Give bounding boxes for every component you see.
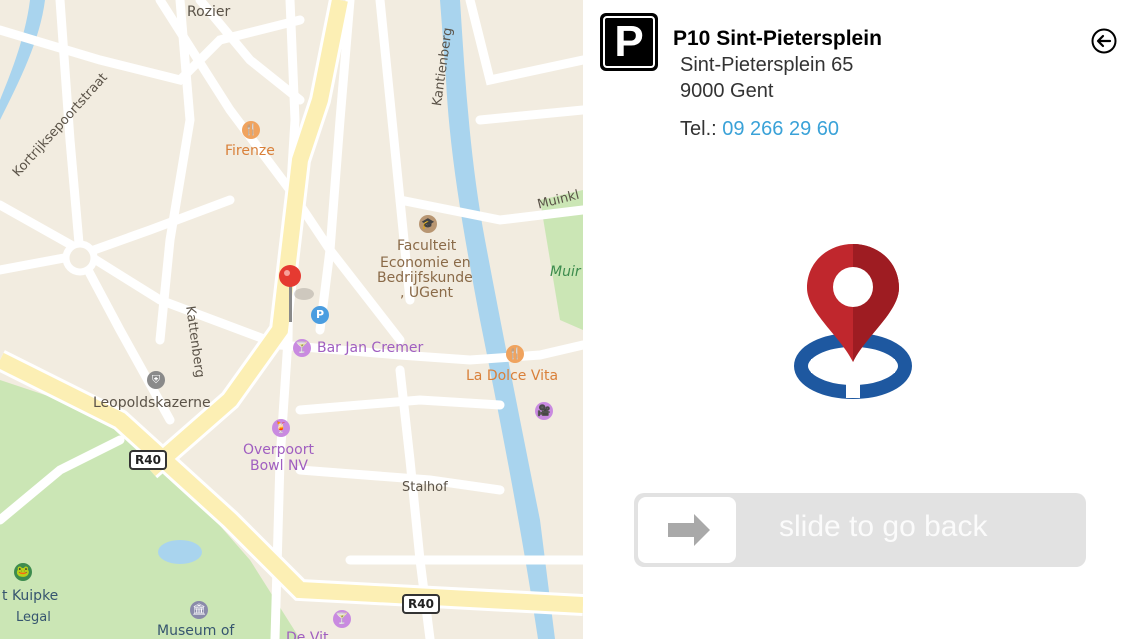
slider-label: slide to go back <box>779 510 988 543</box>
map-pin-icon[interactable] <box>278 264 318 326</box>
bar-icon[interactable]: 🍹 <box>272 419 290 437</box>
map-view[interactable]: Rozier Kortrijksepoortstraat Kantienberg… <box>0 0 583 639</box>
parking-title: P10 Sint-Pietersplein <box>673 27 882 50</box>
street-label-stalhof: Stalhof <box>402 480 448 495</box>
parking-logo: P <box>600 13 658 71</box>
place-label-bar-jan-cremer[interactable]: Bar Jan Cremer <box>317 340 423 356</box>
place-label-firenze[interactable]: Firenze <box>225 143 275 159</box>
place-label-faculteit-1[interactable]: Faculteit <box>397 238 456 254</box>
university-icon[interactable]: 🎓 <box>419 215 437 233</box>
road-shield-r40: R40 <box>402 594 440 614</box>
telephone-label: Tel.: <box>680 118 717 140</box>
bar-icon[interactable]: 🍸 <box>293 339 311 357</box>
bar-icon[interactable]: 🍸 <box>333 610 351 628</box>
arrow-left-circle-icon[interactable] <box>1091 28 1117 54</box>
slider-knob[interactable] <box>638 497 736 563</box>
place-label-overpoort-1[interactable]: Overpoort <box>243 442 314 458</box>
place-label-museum[interactable]: Museum of <box>157 623 234 639</box>
slide-to-go-back-slider[interactable]: slide to go back <box>634 493 1086 567</box>
cinema-icon[interactable]: 🎥 <box>535 402 553 420</box>
place-label-muir[interactable]: Muir <box>550 264 581 280</box>
parking-info-panel: P P10 Sint-Pietersplein Sint-Pietersplei… <box>583 0 1136 639</box>
place-label-faculteit-2[interactable]: Economie en <box>380 255 471 271</box>
place-label-leopoldskazerne[interactable]: Leopoldskazerne <box>93 395 211 411</box>
place-label-faculteit-4[interactable]: , UGent <box>400 285 453 301</box>
shield-poi-icon[interactable]: ⛨ <box>147 371 165 389</box>
location-target-icon[interactable] <box>793 242 913 402</box>
telephone-row: Tel.: 09 266 29 60 <box>680 118 839 141</box>
place-label-overpoort-2[interactable]: Bowl NV <box>250 458 308 474</box>
parking-logo-letter: P <box>603 16 655 68</box>
road-shield-r40: R40 <box>129 450 167 470</box>
restaurant-icon[interactable]: 🍴 <box>506 345 524 363</box>
place-label-kuipke[interactable]: t Kuipke <box>2 588 58 604</box>
telephone-link[interactable]: 09 266 29 60 <box>722 118 839 140</box>
museum-icon[interactable]: 🏛 <box>190 601 208 619</box>
address-line-2: 9000 Gent <box>680 80 774 102</box>
legal-link[interactable]: Legal <box>16 610 51 625</box>
restaurant-icon[interactable]: 🍴 <box>242 121 260 139</box>
arrow-right-icon <box>668 514 710 546</box>
street-label-rozier: Rozier <box>187 4 231 20</box>
place-label-de-vitrine[interactable]: De Vit <box>286 630 329 639</box>
place-label-faculteit-3[interactable]: Bedrijfskunde <box>377 270 473 286</box>
address-line-1: Sint-Pietersplein 65 <box>680 54 854 76</box>
place-label-la-dolce-vita[interactable]: La Dolce Vita <box>466 368 558 384</box>
zoo-icon[interactable]: 🐸 <box>14 563 32 581</box>
